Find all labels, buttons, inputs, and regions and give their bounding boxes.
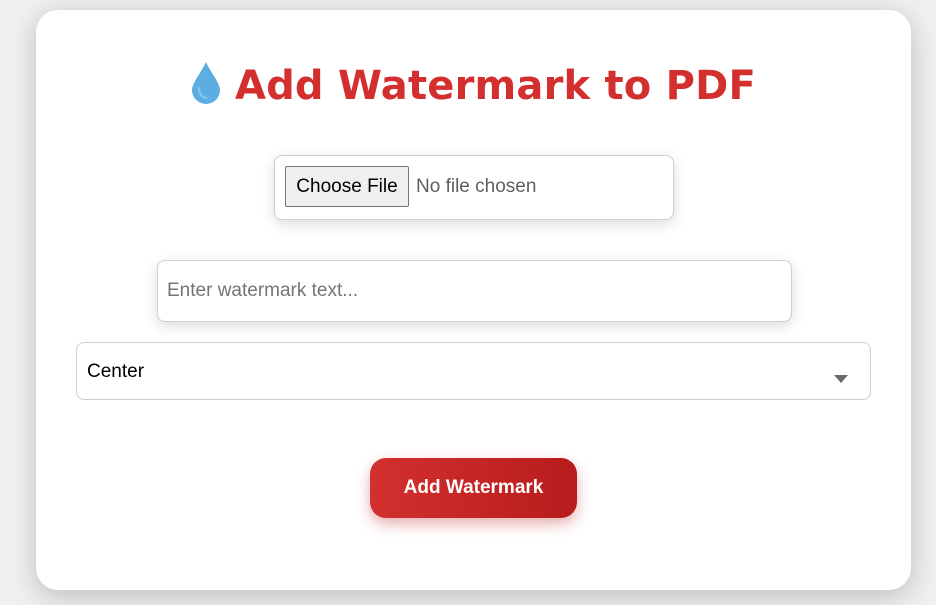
- watermark-text-input[interactable]: Enter watermark text...: [157, 260, 792, 322]
- file-input[interactable]: Choose File No file chosen: [274, 155, 674, 220]
- watermark-text-placeholder: Enter watermark text...: [167, 280, 359, 301]
- add-watermark-button[interactable]: Add Watermark: [370, 458, 577, 518]
- position-select-value: Center: [87, 361, 145, 382]
- droplet-icon: [191, 62, 220, 104]
- position-select[interactable]: Center: [76, 342, 871, 400]
- page-title-text: Add Watermark to PDF: [234, 63, 757, 109]
- chevron-down-icon: [834, 375, 848, 383]
- watermark-card: Add Watermark to PDF Choose File No file…: [36, 10, 911, 590]
- choose-file-button[interactable]: Choose File: [285, 166, 409, 207]
- page-title: Add Watermark to PDF: [36, 58, 911, 114]
- file-status-text: No file chosen: [416, 176, 537, 197]
